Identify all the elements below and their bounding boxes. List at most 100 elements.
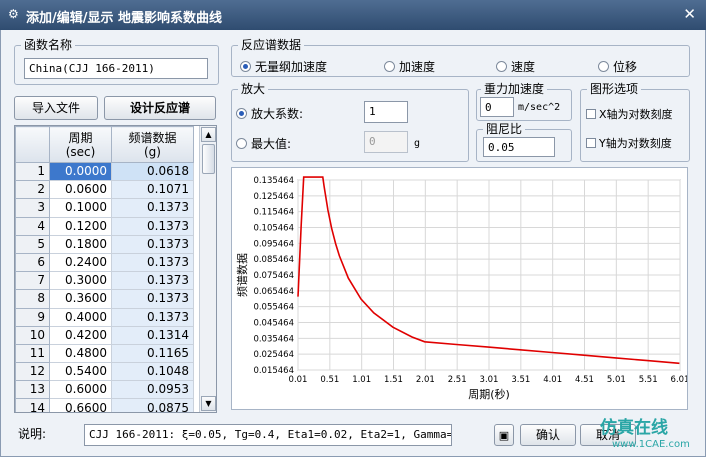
table-scrollbar[interactable]: ▲ ▼: [199, 126, 216, 412]
damping-label: 阻尼比: [483, 121, 526, 137]
radio-scale-factor[interactable]: 放大系数:: [236, 106, 303, 122]
picture-icon: ▣: [498, 429, 510, 442]
period-cell[interactable]: 0.4000: [49, 307, 112, 327]
table-row[interactable]: 13 0.6000 0.0953: [15, 380, 194, 400]
spectrum-cell[interactable]: 0.0953: [111, 380, 194, 400]
gravity-label: 重力加速度: [481, 81, 548, 97]
spectrum-cell[interactable]: 0.1314: [111, 325, 194, 345]
x-log-checkbox[interactable]: X轴为对数刻度: [586, 108, 673, 122]
watermark-url: www.1CAE.com: [612, 439, 690, 450]
period-cell[interactable]: 0.1200: [49, 216, 112, 236]
x-tick-label: 5.51: [639, 375, 658, 385]
table-header-row: 周期 (sec) 频谱数据 (g): [15, 126, 194, 163]
graph-options-group: 图形选项: [580, 81, 690, 162]
gravity-unit: m/sec^2: [518, 102, 561, 113]
table-row[interactable]: 1 0.0000 0.0618: [15, 161, 194, 182]
table-row[interactable]: 9 0.4000 0.1373: [15, 307, 194, 327]
table-row[interactable]: 4 0.1200 0.1373: [15, 216, 194, 236]
period-cell[interactable]: 0.0600: [49, 180, 112, 200]
scrollbar-thumb[interactable]: [202, 144, 215, 174]
spectrum-cell[interactable]: 0.1373: [111, 216, 194, 236]
table-row[interactable]: 5 0.1800 0.1373: [15, 234, 194, 254]
x-tick-label: 4.51: [575, 375, 594, 385]
spectrum-cell[interactable]: 0.1071: [111, 180, 194, 200]
spectrum-cell[interactable]: 0.1373: [111, 307, 194, 327]
table-row[interactable]: 12 0.5400 0.1048: [15, 362, 194, 382]
checkbox-icon: [586, 109, 596, 119]
row-number-cell: 13: [15, 380, 50, 400]
row-number-cell: 9: [15, 307, 50, 327]
radio-velocity[interactable]: 速度: [496, 59, 535, 75]
table-row[interactable]: 3 0.1000 0.1373: [15, 198, 194, 218]
gravity-input[interactable]: 0: [480, 97, 514, 117]
spectrum-cell[interactable]: 0.1373: [111, 198, 194, 218]
max-value-input[interactable]: 0: [364, 131, 408, 153]
radio-selected-icon: [240, 61, 251, 72]
table-row[interactable]: 8 0.3600 0.1373: [15, 289, 194, 309]
y-tick-label: 0.105464: [253, 224, 294, 234]
y-log-checkbox[interactable]: Y轴为对数刻度: [586, 137, 672, 151]
period-column-header[interactable]: 周期 (sec): [49, 126, 112, 163]
spectrum-chart-panel: 0.015464 0.025464 0.035464 0.045464 0.055464…: [231, 167, 688, 410]
scale-factor-label: 放大系数:: [251, 107, 304, 121]
spectrum-cell[interactable]: 0.0875: [111, 398, 194, 412]
damping-input[interactable]: 0.05: [483, 137, 555, 157]
radio-dimensionless-acceleration[interactable]: 无量纲加速度: [240, 59, 327, 75]
period-cell[interactable]: 0.2400: [49, 252, 112, 273]
period-cell[interactable]: 0.3000: [49, 271, 112, 291]
radio-max-value[interactable]: 最大值:: [236, 136, 291, 152]
table-row[interactable]: 6 0.2400 0.1373: [15, 252, 194, 273]
radio-selected-icon: [236, 108, 247, 119]
period-cell[interactable]: 0.6600: [49, 398, 112, 412]
y-tick-label: 0.075464: [253, 271, 294, 281]
table-row[interactable]: 14 0.6600 0.0875: [15, 398, 194, 412]
period-cell[interactable]: 0.6000: [49, 380, 112, 400]
radio-label: 位移: [613, 60, 638, 74]
period-cell[interactable]: 0.5400: [49, 362, 112, 382]
x-tick-label: 5.01: [607, 375, 626, 385]
description-input[interactable]: CJJ 166-2011: ξ=0.05, Tg=0.4, Eta1=0.02,…: [84, 424, 452, 446]
close-icon[interactable]: ✕: [683, 5, 696, 23]
period-cell[interactable]: 0.1000: [49, 198, 112, 218]
spectrum-cell[interactable]: 0.1165: [111, 343, 194, 364]
radio-acceleration[interactable]: 加速度: [384, 59, 435, 75]
table-row[interactable]: 7 0.3000 0.1373: [15, 271, 194, 291]
x-tick-label: 1.01: [352, 375, 371, 385]
y-tick-label: 0.055464: [253, 303, 294, 313]
spectrum-table: 周期 (sec) 频谱数据 (g) 1 0.0000 0.0618 2 0.0600 0.…: [14, 125, 217, 413]
spectrum-column-header[interactable]: 频谱数据 (g): [111, 126, 194, 163]
table-row[interactable]: 11 0.4800 0.1165: [15, 343, 194, 364]
table-row[interactable]: 2 0.0600 0.1071: [15, 180, 194, 200]
y-log-label: Y轴为对数刻度: [599, 137, 672, 150]
radio-unselected-icon: [496, 61, 507, 72]
spectrum-cell[interactable]: 0.1048: [111, 362, 194, 382]
period-cell[interactable]: 0.4200: [49, 325, 112, 345]
design-spectrum-button[interactable]: 设计反应谱: [104, 96, 216, 120]
radio-unselected-icon: [384, 61, 395, 72]
spectrum-cell[interactable]: 0.1373: [111, 271, 194, 291]
period-cell[interactable]: 0.0000: [49, 161, 112, 182]
scale-factor-input[interactable]: 1: [364, 101, 408, 123]
spectrum-cell[interactable]: 0.1373: [111, 252, 194, 273]
radio-displacement[interactable]: 位移: [598, 59, 637, 75]
scroll-down-icon[interactable]: ▼: [201, 396, 216, 411]
function-name-input[interactable]: China(CJJ 166-2011): [24, 58, 208, 79]
table-row[interactable]: 10 0.4200 0.1314: [15, 325, 194, 345]
picture-button[interactable]: ▣: [494, 424, 514, 446]
period-header-name: 周期: [68, 130, 93, 145]
window-menu-icon[interactable]: ⚙: [8, 7, 19, 21]
y-tick-label: 0.115464: [253, 208, 294, 218]
scroll-up-icon[interactable]: ▲: [201, 127, 216, 142]
x-log-label: X轴为对数刻度: [599, 108, 673, 121]
period-cell[interactable]: 0.1800: [49, 234, 112, 254]
period-cell[interactable]: 0.3600: [49, 289, 112, 309]
ok-button[interactable]: 确认: [520, 424, 576, 446]
period-header-unit: (sec): [65, 144, 96, 159]
spectrum-cell[interactable]: 0.1373: [111, 289, 194, 309]
spectrum-cell[interactable]: 0.0618: [111, 161, 194, 182]
spectrum-cell[interactable]: 0.1373: [111, 234, 194, 254]
y-tick-label: 0.035464: [253, 334, 294, 344]
y-axis-label: 频谱数据: [235, 253, 249, 297]
import-file-button[interactable]: 导入文件: [14, 96, 98, 120]
period-cell[interactable]: 0.4800: [49, 343, 112, 364]
